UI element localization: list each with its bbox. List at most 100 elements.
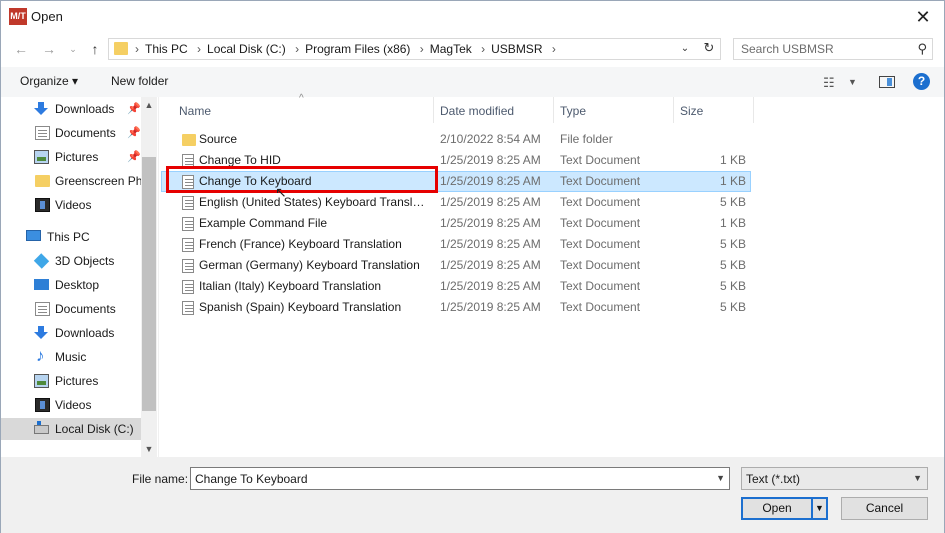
- text-file-icon: [182, 217, 194, 231]
- nav-item-videos[interactable]: Videos: [1, 194, 141, 216]
- file-date: 1/25/2019 8:25 AM: [440, 153, 541, 167]
- scroll-down-icon[interactable]: ▼: [141, 441, 157, 457]
- help-icon[interactable]: ?: [913, 73, 930, 90]
- file-date: 1/25/2019 8:25 AM: [440, 195, 541, 209]
- address-bar[interactable]: › This PC › Local Disk (C:) › Program Files…: [108, 38, 721, 60]
- file-row[interactable]: Spanish (Spain) Keyboard Translation 1/2…: [161, 297, 751, 318]
- column-divider[interactable]: [753, 97, 754, 123]
- file-type: Text Document: [560, 279, 641, 293]
- disk-icon: [34, 421, 49, 434]
- 3d-objects-icon: [33, 253, 50, 269]
- column-divider[interactable]: [673, 97, 674, 123]
- view-dropdown-icon[interactable]: ▼: [848, 77, 857, 87]
- nav-item-label: Pictures: [55, 374, 99, 388]
- up-arrow-icon[interactable]: ↑: [85, 39, 105, 59]
- file-name: French (France) Keyboard Translation: [199, 237, 402, 251]
- file-row[interactable]: English (United States) Keyboard Transla…: [161, 192, 751, 213]
- folder-icon: [114, 42, 128, 55]
- nav-item-desktop[interactable]: Desktop: [1, 274, 141, 296]
- column-header-size[interactable]: Size: [680, 104, 703, 118]
- nav-item-label: Desktop: [55, 278, 100, 292]
- file-type: Text Document: [560, 195, 641, 209]
- nav-item-music[interactable]: Music: [1, 345, 141, 368]
- column-header-type[interactable]: Type: [560, 104, 586, 118]
- nav-item-this-pc[interactable]: This PC: [1, 226, 141, 248]
- file-row[interactable]: Example Command File 1/25/2019 8:25 AM T…: [161, 213, 751, 234]
- text-file-icon: [182, 238, 194, 252]
- navigation-pane: Downloads 📌 Documents 📌 Pictures 📌 Green…: [1, 97, 159, 457]
- column-divider[interactable]: [553, 97, 554, 123]
- nav-scrollbar[interactable]: ▲ ▼: [141, 97, 157, 457]
- breadcrumb-item[interactable]: MagTek: [430, 42, 472, 56]
- close-icon[interactable]: ✕: [910, 5, 936, 29]
- view-options-icon[interactable]: ☷: [823, 75, 835, 91]
- file-row[interactable]: German (Germany) Keyboard Translation 1/…: [161, 255, 751, 276]
- nav-item-videos[interactable]: Videos: [1, 394, 141, 416]
- organize-button[interactable]: Organize ▾: [20, 74, 78, 88]
- nav-item-downloads[interactable]: Downloads 📌: [1, 98, 141, 120]
- file-date: 1/25/2019 8:25 AM: [440, 279, 541, 293]
- column-divider[interactable]: [433, 97, 434, 123]
- nav-item-label: 3D Objects: [55, 254, 115, 268]
- nav-item-label: Pictures: [55, 150, 99, 164]
- breadcrumb-item[interactable]: Program Files (x86): [305, 42, 410, 56]
- file-type-value: Text (*.txt): [746, 472, 801, 486]
- nav-item-documents[interactable]: Documents: [1, 298, 141, 320]
- file-date: 2/10/2022 8:54 AM: [440, 132, 541, 146]
- nav-item-pictures[interactable]: Pictures: [1, 370, 141, 392]
- scroll-up-icon[interactable]: ▲: [141, 97, 157, 113]
- recent-locations-chevron-icon[interactable]: ⌄: [63, 39, 83, 59]
- file-name-value: Change To Keyboard: [195, 472, 308, 486]
- text-file-icon: [182, 259, 194, 273]
- breadcrumb-item[interactable]: Local Disk (C:): [207, 42, 286, 56]
- nav-item-3d-objects[interactable]: 3D Objects: [1, 250, 141, 272]
- file-size: 5 KB: [719, 300, 746, 314]
- file-size: 5 KB: [719, 195, 746, 209]
- scrollbar-thumb[interactable]: [142, 157, 156, 411]
- file-row[interactable]: Italian (Italy) Keyboard Translation 1/2…: [161, 276, 751, 297]
- file-size: 1 KB: [719, 174, 746, 188]
- file-list: ^ Name Date modified Type Size Source 2/…: [161, 93, 944, 457]
- folder-icon: [182, 134, 196, 146]
- nav-item-downloads[interactable]: Downloads: [1, 322, 141, 344]
- file-name: Example Command File: [199, 216, 328, 230]
- search-input[interactable]: Search USBMSR ⚲: [733, 38, 933, 60]
- preview-pane-icon[interactable]: [879, 76, 895, 88]
- refresh-icon[interactable]: ↻: [700, 39, 718, 57]
- text-file-icon: [182, 196, 194, 210]
- dialog-title: Open: [31, 9, 63, 24]
- chevron-down-icon[interactable]: ▼: [716, 473, 725, 483]
- chevron-down-icon[interactable]: ▼: [913, 473, 922, 483]
- open-split-dropdown-icon[interactable]: ▼: [812, 497, 828, 520]
- file-name-field[interactable]: Change To Keyboard ▼: [190, 467, 730, 490]
- address-dropdown-icon[interactable]: ⌄: [677, 41, 693, 57]
- breadcrumb-separator-icon: ›: [135, 42, 139, 56]
- breadcrumb-item[interactable]: This PC: [145, 42, 188, 56]
- file-date: 1/25/2019 8:25 AM: [440, 216, 541, 230]
- nav-item-documents[interactable]: Documents 📌: [1, 122, 141, 144]
- file-name: English (United States) Keyboard Transla…: [199, 195, 431, 209]
- breadcrumb-item[interactable]: USBMSR: [491, 42, 542, 56]
- nav-item-label: Documents: [55, 302, 116, 316]
- column-header-date[interactable]: Date modified: [440, 104, 514, 118]
- file-type-select[interactable]: Text (*.txt) ▼: [741, 467, 928, 490]
- file-row[interactable]: Source 2/10/2022 8:54 AM File folder: [161, 129, 751, 150]
- nav-item-label: Local Disk (C:): [55, 422, 134, 436]
- file-name: Spanish (Spain) Keyboard Translation: [199, 300, 402, 314]
- file-name: German (Germany) Keyboard Translation: [199, 258, 420, 272]
- pin-icon: 📌: [127, 151, 141, 163]
- open-button[interactable]: Open: [741, 497, 813, 520]
- back-arrow-icon[interactable]: ←: [11, 39, 31, 59]
- nav-item-pictures[interactable]: Pictures 📌: [1, 146, 141, 168]
- column-header-name[interactable]: Name: [179, 104, 211, 118]
- nav-item-greenscreen[interactable]: Greenscreen Pho: [1, 170, 149, 192]
- computer-icon: [26, 230, 41, 241]
- cancel-button[interactable]: Cancel: [841, 497, 928, 520]
- new-folder-button[interactable]: New folder: [111, 74, 168, 88]
- file-row[interactable]: French (France) Keyboard Translation 1/2…: [161, 234, 751, 255]
- file-name: Source: [199, 132, 238, 146]
- nav-item-local-disk[interactable]: Local Disk (C:): [1, 418, 141, 440]
- text-file-icon: [182, 280, 194, 294]
- breadcrumb-separator-icon[interactable]: ›: [552, 42, 556, 56]
- forward-arrow-icon[interactable]: →: [39, 39, 59, 59]
